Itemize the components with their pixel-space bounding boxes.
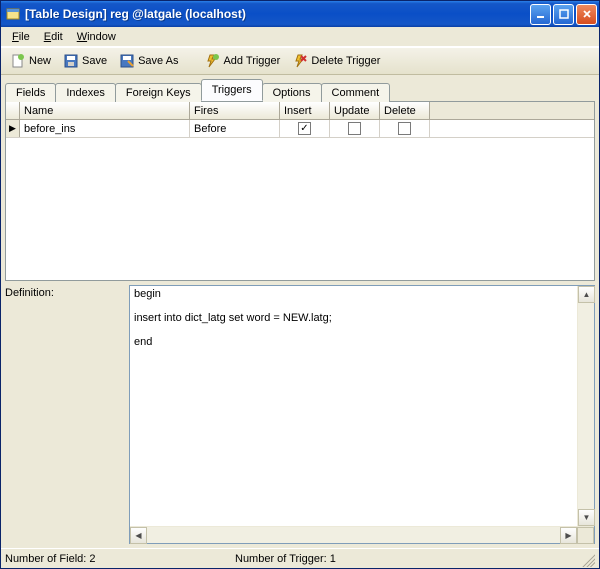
definition-editor[interactable]: begin insert into dict_latg set word = N… bbox=[129, 285, 595, 544]
save-button[interactable]: Save bbox=[58, 51, 112, 71]
menu-edit[interactable]: Edit bbox=[37, 29, 70, 45]
horizontal-scrollbar[interactable]: ◀ ▶ bbox=[130, 526, 594, 543]
status-trigger-count: Number of Trigger: 1 bbox=[235, 553, 465, 565]
new-icon bbox=[10, 53, 26, 69]
scrollbar-corner bbox=[577, 527, 594, 544]
cell-fires[interactable]: Before bbox=[190, 120, 280, 137]
scroll-down-icon[interactable]: ▼ bbox=[578, 509, 595, 526]
vertical-scrollbar[interactable]: ▲ ▼ bbox=[577, 286, 594, 526]
app-icon bbox=[5, 6, 21, 22]
scroll-up-icon[interactable]: ▲ bbox=[578, 286, 595, 303]
tab-options[interactable]: Options bbox=[262, 83, 322, 102]
tab-comment[interactable]: Comment bbox=[321, 83, 391, 102]
toolbar: New Save Save As Add Trigger Delete Trig… bbox=[1, 47, 599, 75]
add-trigger-label: Add Trigger bbox=[223, 55, 280, 67]
col-header-name[interactable]: Name bbox=[20, 102, 190, 119]
tab-indexes[interactable]: Indexes bbox=[55, 83, 116, 102]
cell-update[interactable] bbox=[330, 120, 380, 137]
close-button[interactable] bbox=[576, 4, 597, 25]
col-header-delete[interactable]: Delete bbox=[380, 102, 430, 119]
delete-trigger-icon bbox=[292, 53, 308, 69]
save-as-label: Save As bbox=[138, 55, 178, 67]
col-header-fires[interactable]: Fires bbox=[190, 102, 280, 119]
cell-name[interactable]: before_ins bbox=[20, 120, 190, 137]
definition-label: Definition: bbox=[5, 285, 123, 544]
col-header-insert[interactable]: Insert bbox=[280, 102, 330, 119]
statusbar: Number of Field: 2 Number of Trigger: 1 bbox=[1, 548, 599, 568]
scroll-right-icon[interactable]: ▶ bbox=[560, 527, 577, 544]
menu-window[interactable]: Window bbox=[70, 29, 123, 45]
add-trigger-button[interactable]: Add Trigger bbox=[199, 51, 285, 71]
maximize-button[interactable] bbox=[553, 4, 574, 25]
cell-insert[interactable]: ✓ bbox=[280, 120, 330, 137]
col-header-update[interactable]: Update bbox=[330, 102, 380, 119]
table-row[interactable]: ▶ before_ins Before ✓ bbox=[6, 120, 594, 138]
delete-trigger-button[interactable]: Delete Trigger bbox=[287, 51, 385, 71]
row-marker-icon: ▶ bbox=[6, 120, 20, 137]
new-label: New bbox=[29, 55, 51, 67]
minimize-button[interactable] bbox=[530, 4, 551, 25]
cell-delete[interactable] bbox=[380, 120, 430, 137]
checkbox-icon[interactable] bbox=[398, 122, 411, 135]
trigger-grid[interactable]: Name Fires Insert Update Delete ▶ before… bbox=[5, 101, 595, 281]
resize-grip-icon[interactable] bbox=[579, 551, 595, 567]
tabstrip: Fields Indexes Foreign Keys Triggers Opt… bbox=[1, 75, 599, 101]
definition-panel: Definition: begin insert into dict_latg … bbox=[5, 285, 595, 544]
status-field-count: Number of Field: 2 bbox=[5, 553, 235, 565]
checkbox-icon[interactable] bbox=[348, 122, 361, 135]
add-trigger-icon bbox=[204, 53, 220, 69]
scroll-left-icon[interactable]: ◀ bbox=[130, 527, 147, 544]
menubar: File Edit Window bbox=[1, 27, 599, 47]
grid-header: Name Fires Insert Update Delete bbox=[6, 102, 594, 120]
menu-file[interactable]: File bbox=[5, 29, 37, 45]
save-icon bbox=[63, 53, 79, 69]
titlebar: [Table Design] reg @latgale (localhost) bbox=[1, 1, 599, 27]
save-as-icon bbox=[119, 53, 135, 69]
window-title: [Table Design] reg @latgale (localhost) bbox=[25, 7, 530, 21]
tab-fields[interactable]: Fields bbox=[5, 83, 56, 102]
tab-foreign-keys[interactable]: Foreign Keys bbox=[115, 83, 202, 102]
tab-triggers[interactable]: Triggers bbox=[201, 79, 263, 101]
save-label: Save bbox=[82, 55, 107, 67]
save-as-button[interactable]: Save As bbox=[114, 51, 183, 71]
definition-text[interactable]: begin insert into dict_latg set word = N… bbox=[130, 286, 577, 526]
new-button[interactable]: New bbox=[5, 51, 56, 71]
delete-trigger-label: Delete Trigger bbox=[311, 55, 380, 67]
checkbox-icon[interactable]: ✓ bbox=[298, 122, 311, 135]
